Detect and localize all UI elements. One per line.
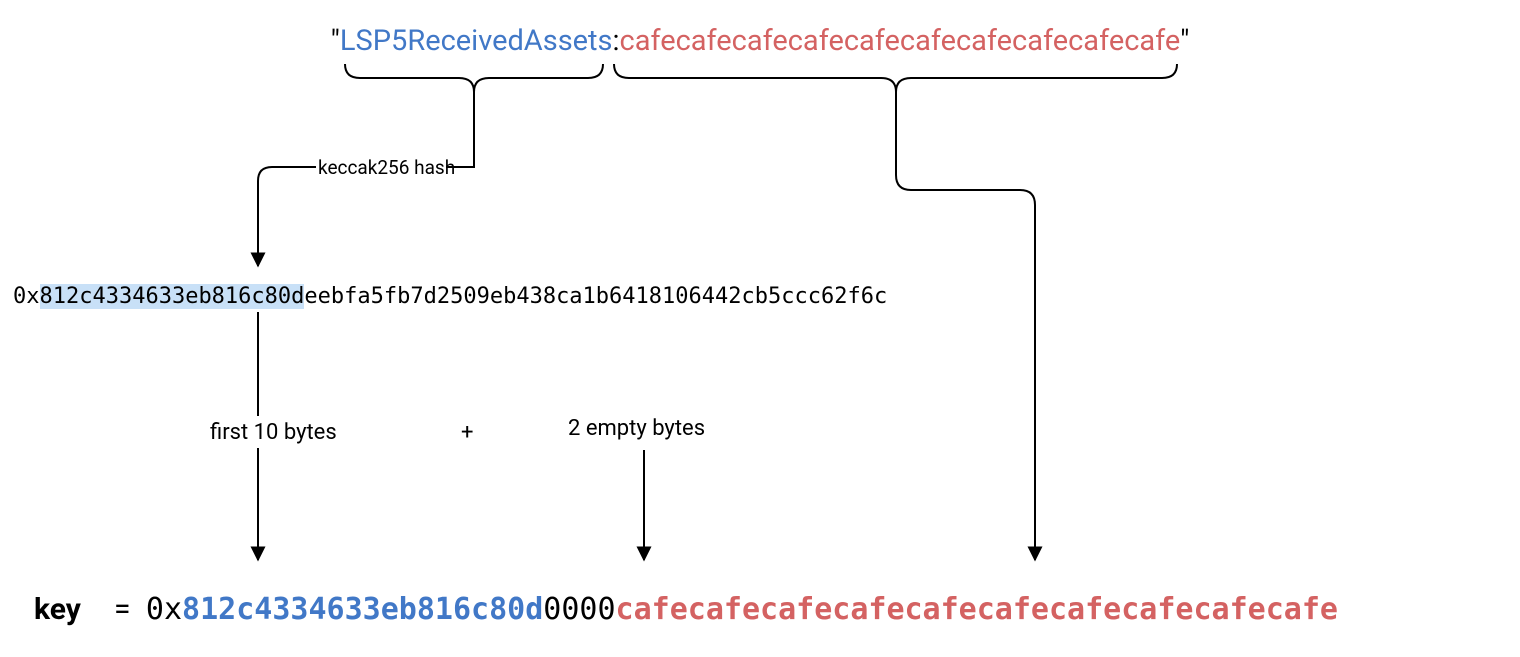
label-keccak256: keccak256 hash: [318, 156, 455, 179]
label-2-empty-bytes: 2 empty bytes: [568, 416, 705, 441]
label-plus: +: [461, 420, 473, 445]
final-first-10-bytes: 812c4334633eb816c80d: [182, 592, 543, 627]
lsp5-key-name: LSP5ReceivedAssets: [340, 24, 613, 58]
keccak256-hash: 0x812c4334633eb816c80deebfa5fb7d2509eb43…: [13, 284, 887, 309]
equals: =: [114, 592, 138, 627]
brace-right: [614, 64, 1177, 92]
connector-keccak-left: [258, 167, 316, 266]
hash-prefix: 0x: [13, 284, 40, 309]
final-zero-bytes: 0000: [543, 592, 615, 627]
quote-open: ": [331, 24, 340, 58]
final-key: = 0x812c4334633eb816c80d0000cafecafecafe…: [114, 592, 1338, 627]
diagram-root: { "top": { "quote_open": "\"", "key_name…: [0, 0, 1520, 657]
address-hex: cafecafecafecafecafecafecafecafecafecafe: [620, 24, 1181, 58]
quote-close: ": [1180, 24, 1189, 58]
hash-rest: eebfa5fb7d2509eb438ca1b6418106442cb5ccc6…: [304, 284, 887, 309]
final-prefix: 0x: [146, 592, 182, 627]
final-address: cafecafecafecafecafecafecafecafecafecafe: [616, 592, 1338, 627]
input-string: "LSP5ReceivedAssets:cafecafecafecafecafe…: [0, 24, 1520, 58]
connector-overlay: [0, 0, 1520, 657]
label-key: key: [34, 592, 81, 627]
hash-first-10-bytes: 812c4334633eb816c80d: [40, 284, 305, 309]
label-first-10-bytes: first 10 bytes: [210, 420, 337, 445]
colon: :: [613, 24, 620, 58]
connector-address: [896, 92, 1035, 560]
brace-left: [345, 64, 603, 92]
